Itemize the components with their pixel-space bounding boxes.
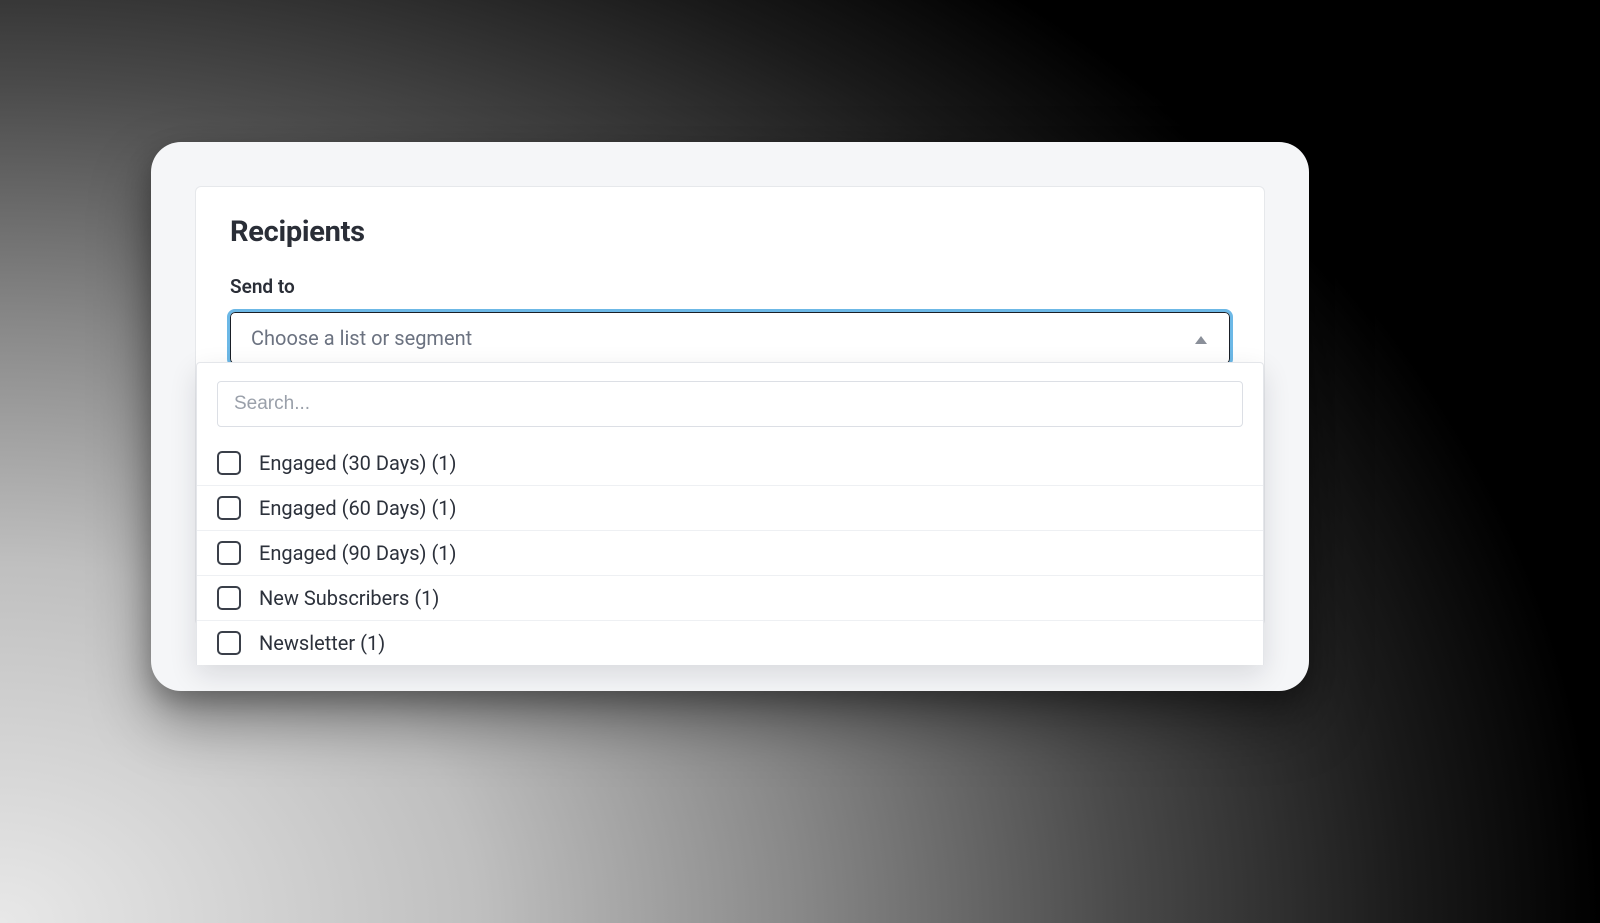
dropdown-search-wrap — [197, 363, 1263, 441]
option-label: Engaged (30 Days) (1) — [259, 451, 457, 475]
list-item[interactable]: New Subscribers (1) — [197, 575, 1263, 620]
list-item[interactable]: Engaged (90 Days) (1) — [197, 530, 1263, 575]
option-label: Engaged (90 Days) (1) — [259, 541, 457, 565]
list-item[interactable]: Engaged (30 Days) (1) — [197, 441, 1263, 485]
option-label: New Subscribers (1) — [259, 586, 439, 610]
recipient-select[interactable]: Choose a list or segment — [230, 312, 1230, 364]
list-item[interactable]: Engaged (60 Days) (1) — [197, 485, 1263, 530]
checkbox-icon[interactable] — [217, 496, 241, 520]
send-to-label: Send to — [230, 275, 1230, 298]
recipients-modal: Recipients Send to Choose a list or segm… — [151, 142, 1309, 691]
option-label: Engaged (60 Days) (1) — [259, 496, 457, 520]
caret-up-icon — [1195, 329, 1207, 348]
option-label: Newsletter (1) — [259, 631, 385, 655]
section-title: Recipients — [230, 215, 1230, 249]
option-list: Engaged (30 Days) (1) Engaged (60 Days) … — [197, 441, 1263, 665]
checkbox-icon[interactable] — [217, 541, 241, 565]
checkbox-icon[interactable] — [217, 631, 241, 655]
recipient-dropdown: Engaged (30 Days) (1) Engaged (60 Days) … — [196, 362, 1264, 665]
list-item[interactable]: Newsletter (1) — [197, 620, 1263, 665]
checkbox-icon[interactable] — [217, 586, 241, 610]
dropdown-search-input[interactable] — [217, 381, 1243, 427]
checkbox-icon[interactable] — [217, 451, 241, 475]
recipients-panel: Recipients Send to Choose a list or segm… — [195, 186, 1265, 626]
select-placeholder: Choose a list or segment — [251, 326, 472, 350]
